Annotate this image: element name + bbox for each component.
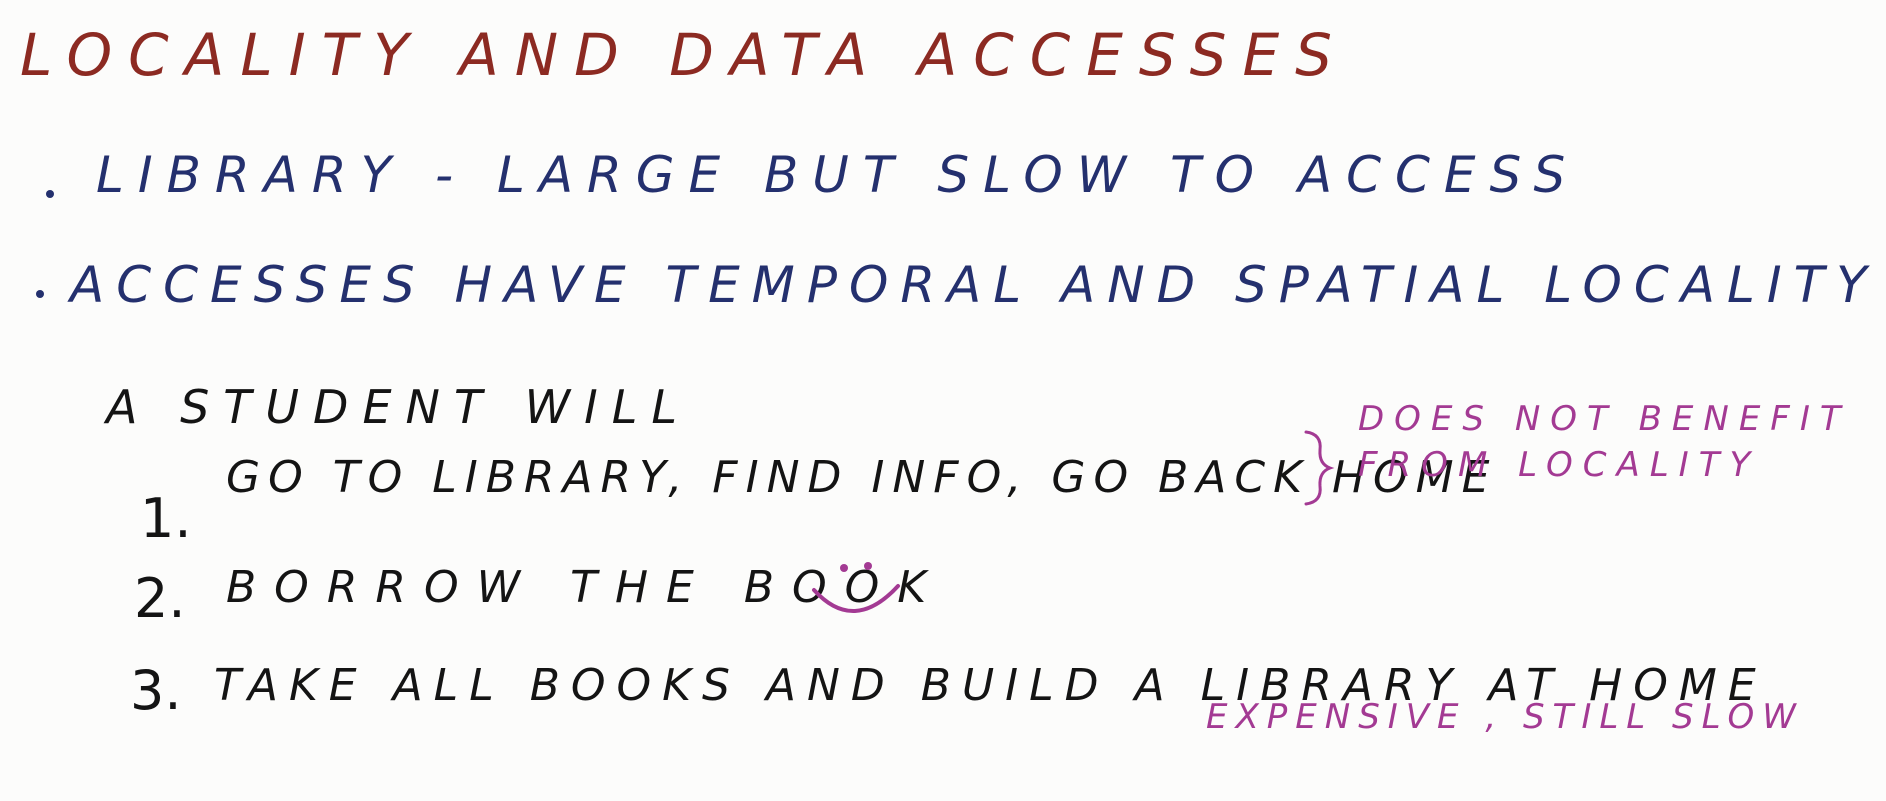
- annotation-from-locality: FROM LOCALITY: [1358, 445, 1761, 485]
- student-heading: A STUDENT WILL: [106, 380, 691, 434]
- annotation-expensive: EXPENSIVE , STILL SLOW: [1206, 697, 1804, 737]
- page-title: LOCALITY AND DATA ACCESSES: [20, 21, 1348, 89]
- annotation-no-benefit: DOES NOT BENEFIT: [1358, 399, 1851, 439]
- item-number: 3.: [130, 659, 182, 722]
- bullet-dot: [36, 290, 44, 298]
- item-number: 1.: [140, 487, 192, 550]
- bullet-library: LIBRARY - LARGE BUT SLOW TO ACCESS: [96, 146, 1580, 204]
- bullet-dot: [46, 190, 54, 198]
- right-brace-icon: [1304, 430, 1335, 506]
- item-number: 2.: [134, 567, 186, 630]
- bullet-locality: ACCESSES HAVE TEMPORAL AND SPATIAL LOCAL…: [70, 256, 1879, 314]
- smiley-face-icon: [812, 562, 900, 613]
